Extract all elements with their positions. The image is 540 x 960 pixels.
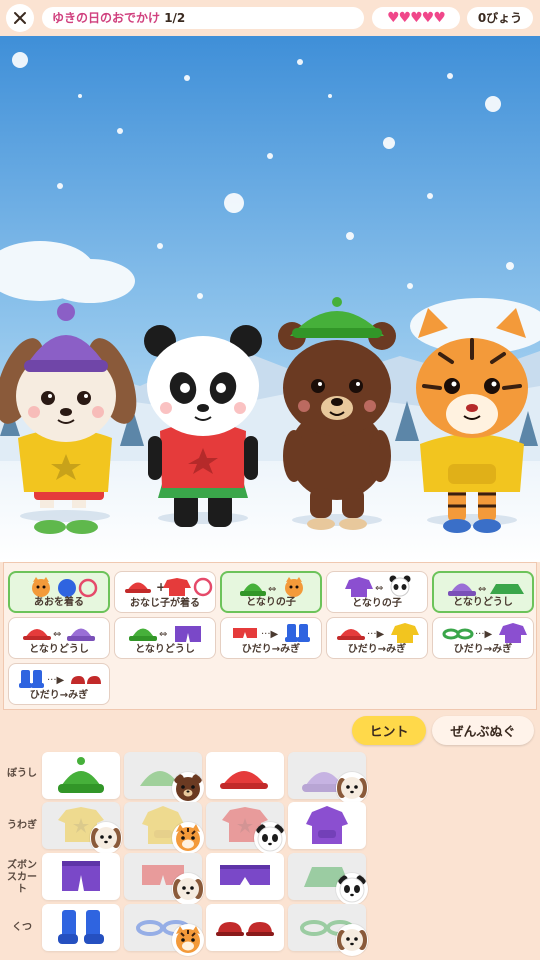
rule-card[interactable]: ···▶ ひだり→みぎ: [326, 617, 428, 659]
rule-label: あおを着る: [34, 597, 84, 608]
rule-label: ひだり→みぎ: [347, 644, 407, 655]
hint-button[interactable]: ヒント: [352, 716, 426, 745]
rule-card[interactable]: ···▶ ひだり→みぎ: [8, 663, 110, 705]
rule-label: となりの子: [352, 598, 402, 609]
worn-by-tiger-badge: [172, 822, 204, 854]
item-red-cap[interactable]: [206, 752, 284, 799]
dog-face-icon: [173, 878, 203, 900]
item-blue-sandals[interactable]: [124, 904, 204, 956]
rule-label: ひだり→みぎ: [241, 644, 301, 655]
item-blue-boots[interactable]: [42, 904, 120, 951]
row-label-bottoms: ズボン スカート: [7, 860, 37, 895]
rule-card[interactable]: ⇔ となりどうし: [432, 571, 534, 613]
rule-label: となりどうし: [135, 644, 195, 655]
item-purple-shorts[interactable]: [42, 853, 120, 900]
lives-hearts: ♥♥♥♥♥: [372, 7, 460, 29]
purple-pants-icon: [220, 865, 270, 885]
item-green-beanie[interactable]: [42, 752, 120, 799]
svg-text:···▶: ···▶: [367, 629, 385, 640]
rule-label: おなじ子が着る: [130, 598, 200, 609]
rules-panel: あおを着る + おなじ子が着る ⇔ となりの子 ⇔ となりの子 ⇔ となりどうし…: [3, 562, 537, 710]
tiger-face-icon: [176, 926, 200, 953]
panda-face-icon: [338, 875, 366, 903]
undress-all-button[interactable]: ぜんぶぬぐ: [432, 716, 534, 745]
svg-text:···▶: ···▶: [261, 629, 279, 640]
item-red-shoes[interactable]: [206, 904, 284, 951]
item-green-sandals[interactable]: [288, 904, 368, 956]
red-shoes-icon: [216, 922, 274, 936]
worn-by-dog-badge: [90, 822, 122, 854]
level-title-text: ゆきの日のおでかけ: [52, 11, 161, 25]
worn-by-panda-badge: [336, 873, 368, 905]
dog-face-icon: [337, 777, 367, 799]
item-purple-beanie[interactable]: [288, 752, 368, 804]
close-icon: [14, 12, 26, 24]
snow-scene: [0, 36, 540, 562]
blue-boots-icon: [58, 910, 104, 944]
item-red-shorts[interactable]: [124, 853, 204, 905]
worn-by-tiger-badge: [172, 924, 204, 956]
item-yellow-tshirt[interactable]: [42, 802, 122, 854]
svg-text:···▶: ···▶: [475, 629, 493, 640]
tiger-face-icon: [176, 824, 200, 851]
rule-card[interactable]: ···▶ ひだり→みぎ: [432, 617, 534, 659]
item-yellow-hoodie[interactable]: [124, 802, 204, 854]
close-button[interactable]: [6, 4, 34, 32]
svg-text:⇔: ⇔: [375, 583, 383, 594]
rule-card[interactable]: ⇔ となりの子: [326, 571, 428, 613]
worn-by-dog-badge: [336, 772, 368, 804]
row-label-hats: ぼうし: [7, 768, 37, 779]
rule-card[interactable]: あおを着る: [8, 571, 110, 613]
svg-text:···▶: ···▶: [47, 675, 65, 686]
dog-face-icon: [337, 929, 367, 951]
rule-card[interactable]: ⇔ となりどうし: [8, 617, 110, 659]
row-label-tops: うわぎ: [7, 820, 37, 831]
dog-face-icon: [91, 827, 121, 849]
rule-label: となりどうし: [453, 597, 513, 608]
item-red-tshirt[interactable]: [206, 802, 286, 854]
top-bar: ゆきの日のおでかけ 1/2 ♥♥♥♥♥ 0びょう: [0, 0, 540, 36]
level-title: ゆきの日のおでかけ 1/2: [42, 7, 364, 29]
purple-shorts-icon: [62, 861, 100, 891]
red-cap-icon: [220, 771, 268, 789]
worn-by-bear-badge: [172, 772, 204, 804]
worn-by-panda-badge: [254, 822, 286, 854]
purple-hoodie-icon: [306, 806, 348, 844]
item-green-cap[interactable]: [124, 752, 204, 804]
worn-by-dog-badge: [336, 924, 368, 956]
item-green-skirt[interactable]: [288, 853, 368, 905]
item-purple-pants[interactable]: [206, 853, 284, 900]
rule-card[interactable]: ···▶ ひだり→みぎ: [220, 617, 322, 659]
rule-card[interactable]: ⇔ となりどうし: [114, 617, 216, 659]
rule-card[interactable]: + おなじ子が着る: [114, 571, 216, 613]
rule-label: となりの子: [246, 597, 296, 608]
panda-face-icon: [256, 824, 284, 852]
rule-label: ひだり→みぎ: [29, 690, 89, 701]
level-counter: 1/2: [164, 11, 186, 25]
row-label-shoes: くつ: [12, 922, 32, 933]
item-purple-hoodie[interactable]: [288, 802, 366, 849]
timer: 0びょう: [467, 7, 533, 29]
worn-by-dog-badge: [172, 873, 204, 905]
rule-label: となりどうし: [29, 644, 89, 655]
rule-card[interactable]: ⇔ となりの子: [220, 571, 322, 613]
green-beanie-icon: [58, 757, 104, 793]
rule-label: ひだり→みぎ: [453, 644, 513, 655]
svg-text:⇔: ⇔: [53, 629, 61, 640]
bear-face-icon: [174, 774, 202, 801]
svg-text:⇔: ⇔: [159, 629, 167, 640]
